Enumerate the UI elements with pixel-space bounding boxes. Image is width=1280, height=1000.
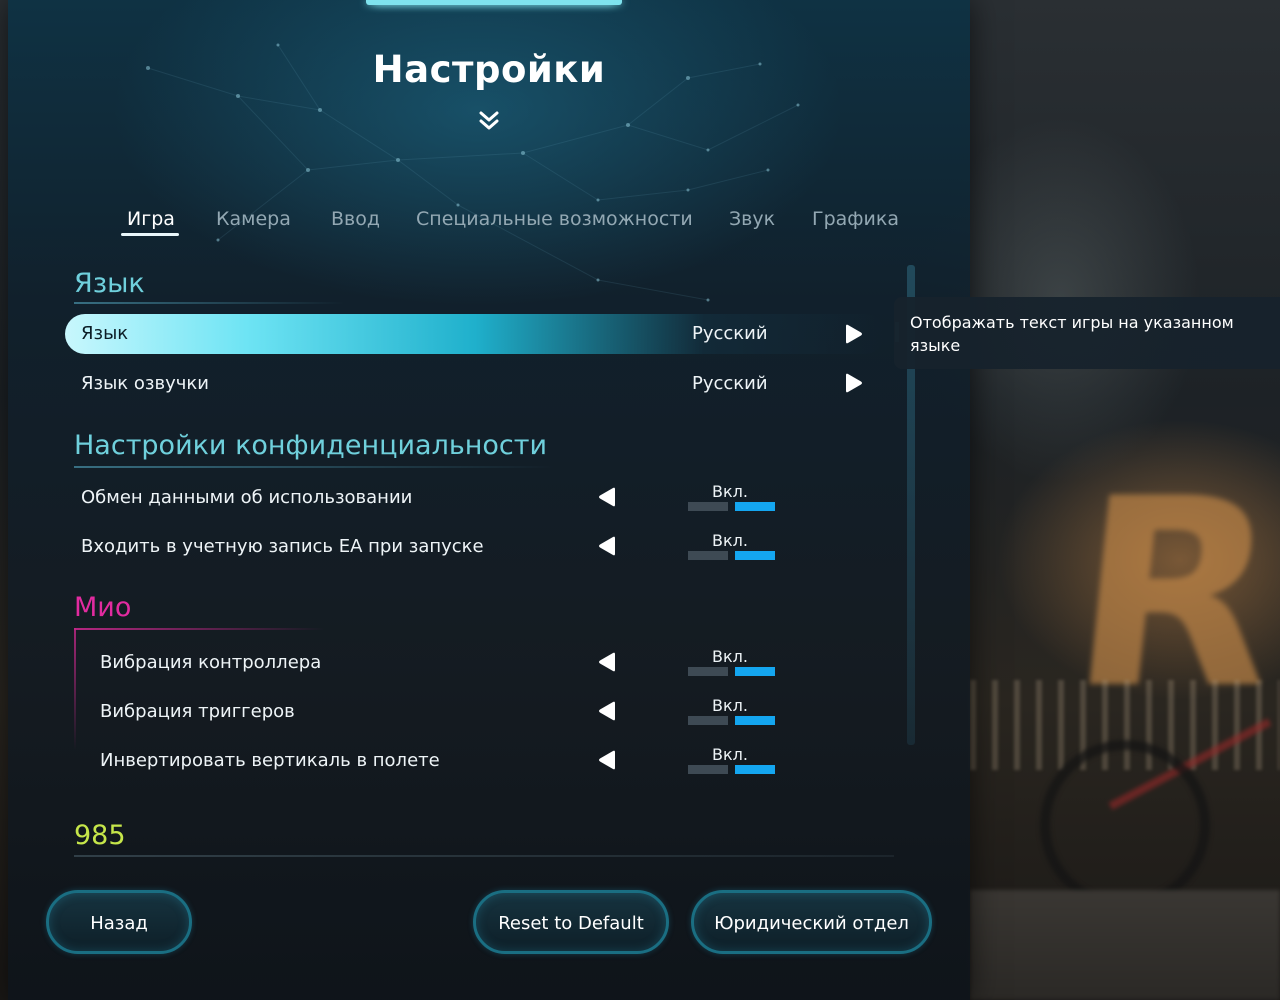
arrow-left-icon[interactable] bbox=[597, 486, 619, 508]
section-divider bbox=[74, 302, 344, 304]
setting-row-invert-flight-vertical[interactable]: Инвертировать вертикаль в полете Вкл. bbox=[65, 741, 885, 781]
arrow-right-icon[interactable] bbox=[842, 323, 864, 345]
toggle-value: Вкл. bbox=[712, 531, 748, 550]
toggle-on-segment bbox=[735, 551, 775, 560]
setting-row-voice-language[interactable]: Язык озвучки Русский bbox=[65, 364, 885, 404]
active-tab-indicator bbox=[121, 233, 179, 236]
legal-button[interactable]: Юридический отдел bbox=[691, 890, 932, 954]
footer-divider bbox=[74, 855, 894, 857]
toggle-value: Вкл. bbox=[712, 745, 748, 764]
background-letter-decoration: R bbox=[1059, 444, 1280, 746]
arrow-left-icon[interactable] bbox=[597, 651, 619, 673]
setting-row-language[interactable]: Язык Русский bbox=[65, 314, 885, 354]
section-title-mio: Мио bbox=[74, 592, 132, 623]
tab-camera[interactable]: Камера bbox=[216, 208, 291, 230]
toggle-off-segment bbox=[688, 765, 728, 774]
setting-label: Входить в учетную запись EA при запуске bbox=[81, 536, 484, 557]
section-divider-mio bbox=[74, 628, 324, 630]
tooltip-text: Отображать текст игры на указанном языке bbox=[910, 313, 1234, 355]
setting-label: Язык bbox=[81, 323, 129, 344]
counter-value: 985 bbox=[74, 820, 126, 851]
arrow-right-icon[interactable] bbox=[842, 372, 864, 394]
setting-label: Обмен данными об использовании bbox=[81, 487, 413, 508]
setting-row-usage-data[interactable]: Обмен данными об использовании Вкл. bbox=[65, 478, 885, 518]
button-label: Юридический отдел bbox=[714, 913, 909, 934]
toggle-on-segment bbox=[735, 502, 775, 511]
toggle-off-segment bbox=[688, 502, 728, 511]
toggle-off-segment bbox=[688, 667, 728, 676]
background-ground bbox=[970, 890, 1280, 1000]
toggle-value: Вкл. bbox=[712, 482, 748, 501]
section-title-privacy: Настройки конфиденциальности bbox=[74, 430, 548, 461]
setting-row-trigger-vibration[interactable]: Вибрация триггеров Вкл. bbox=[65, 692, 885, 732]
background-bicycle-wheel bbox=[1040, 740, 1210, 910]
toggle-off-segment bbox=[688, 716, 728, 725]
tab-game[interactable]: Игра bbox=[121, 208, 179, 236]
toggle-off-segment bbox=[688, 551, 728, 560]
toggle-switch[interactable]: Вкл. bbox=[688, 531, 776, 567]
setting-value: Русский bbox=[692, 373, 768, 394]
toggle-on-segment bbox=[735, 765, 775, 774]
toggle-switch[interactable]: Вкл. bbox=[688, 647, 776, 683]
section-title-language: Язык bbox=[74, 268, 145, 299]
tab-label: Игра bbox=[127, 208, 175, 230]
toggle-switch[interactable]: Вкл. bbox=[688, 745, 776, 781]
tab-input[interactable]: Ввод bbox=[331, 208, 380, 230]
toggle-value: Вкл. bbox=[712, 696, 748, 715]
arrow-left-icon[interactable] bbox=[597, 535, 619, 557]
toggle-on-segment bbox=[735, 667, 775, 676]
tab-accessibility[interactable]: Специальные возможности bbox=[416, 208, 693, 230]
setting-description-tooltip: Отображать текст игры на указанном языке bbox=[894, 297, 1280, 369]
toggle-value: Вкл. bbox=[712, 647, 748, 666]
setting-label: Язык озвучки bbox=[81, 373, 209, 394]
back-button[interactable]: Назад bbox=[46, 890, 192, 954]
setting-value: Русский bbox=[692, 323, 768, 344]
double-chevron-down-icon bbox=[479, 111, 499, 130]
top-accent-strip-glow bbox=[366, 0, 614, 5]
tab-sound[interactable]: Звук bbox=[729, 208, 775, 230]
arrow-left-icon[interactable] bbox=[597, 700, 619, 722]
arrow-left-icon[interactable] bbox=[597, 749, 619, 771]
toggle-switch[interactable]: Вкл. bbox=[688, 696, 776, 732]
setting-label: Инвертировать вертикаль в полете bbox=[100, 750, 440, 771]
setting-label: Вибрация контроллера bbox=[100, 652, 322, 673]
reset-to-default-button[interactable]: Reset to Default bbox=[473, 890, 669, 954]
toggle-on-segment bbox=[735, 716, 775, 725]
section-divider bbox=[74, 466, 554, 468]
button-label: Назад bbox=[90, 913, 148, 934]
setting-row-ea-login[interactable]: Входить в учетную запись EA при запуске … bbox=[65, 527, 885, 567]
button-label: Reset to Default bbox=[498, 913, 644, 934]
page-title: Настройки bbox=[372, 48, 606, 91]
tab-graphics[interactable]: Графика bbox=[812, 208, 899, 230]
toggle-switch[interactable]: Вкл. bbox=[688, 482, 776, 518]
setting-row-controller-vibration[interactable]: Вибрация контроллера Вкл. bbox=[65, 643, 885, 683]
setting-label: Вибрация триггеров bbox=[100, 701, 295, 722]
